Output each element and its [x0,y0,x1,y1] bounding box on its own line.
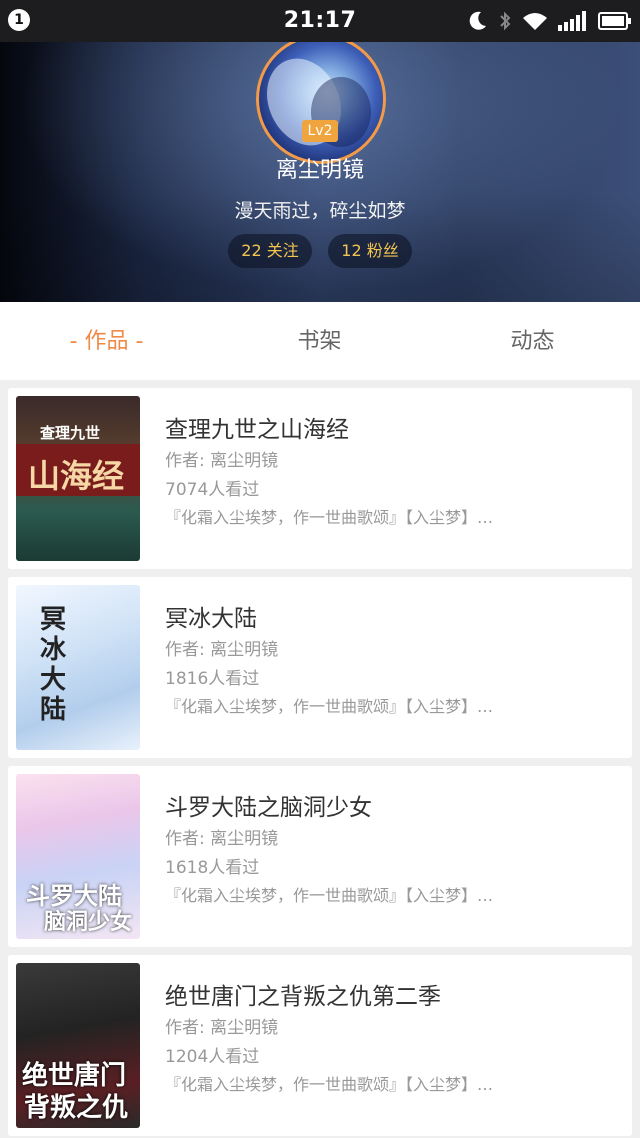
book-card[interactable]: 冥冰大陆 冥冰大陆 作者: 离尘明镜 1816人看过 『化霜入尘埃梦，作一世曲歌… [8,577,632,758]
moon-icon [468,10,488,32]
username: 离尘明镜 [275,158,364,183]
book-author: 作者: 离尘明镜 [165,640,279,660]
following-button[interactable]: 22 关注 [228,234,312,268]
signature: 漫天雨过，碎尘如梦 [234,200,406,222]
signal-icon [558,11,588,31]
book-title: 查理九世之山海经 [165,417,349,443]
wifi-icon [522,11,548,31]
book-author: 作者: 离尘明镜 [165,1018,279,1038]
status-icons [468,8,632,34]
tab-activity[interactable]: 动态 [426,302,639,380]
book-views: 1618人看过 [165,858,260,878]
book-author: 作者: 离尘明镜 [165,829,279,849]
book-cover: 绝世唐门 背叛之仇 [16,963,140,1128]
tab-bar: - 作品 - 书架 动态 [0,302,640,380]
book-description: 『化霜入尘埃梦，作一世曲歌颂』【入尘梦】… [165,697,494,716]
battery-icon [598,11,632,31]
book-card[interactable]: 查理九世 山海经 查理九世之山海经 作者: 离尘明镜 7074人看过 『化霜入尘… [8,388,632,569]
book-views: 1204人看过 [165,1047,260,1067]
tab-bookshelf[interactable]: 书架 [213,302,426,380]
book-description: 『化霜入尘埃梦，作一世曲歌颂』【入尘梦】… [165,508,494,527]
followers-button[interactable]: 12 粉丝 [328,234,412,268]
book-views: 7074人看过 [165,480,260,500]
book-title: 冥冰大陆 [165,606,257,632]
book-card[interactable]: 斗罗大陆 脑洞少女 斗罗大陆之脑洞少女 作者: 离尘明镜 1618人看过 『化霜… [8,766,632,947]
book-cover: 冥冰大陆 [16,585,140,750]
status-bar: 1 21:17 [0,0,640,42]
book-title: 斗罗大陆之脑洞少女 [165,795,372,821]
book-description: 『化霜入尘埃梦，作一世曲歌颂』【入尘梦】… [165,1075,494,1094]
book-cover: 斗罗大陆 脑洞少女 [16,774,140,939]
book-description: 『化霜入尘埃梦，作一世曲歌颂』【入尘梦】… [165,886,494,905]
avatar[interactable] [256,42,386,164]
book-cover: 查理九世 山海经 [16,396,140,561]
book-author: 作者: 离尘明镜 [165,451,279,471]
level-badge: Lv2 [302,120,338,142]
bluetooth-icon [498,10,512,32]
book-title: 绝世唐门之背叛之仇第二季 [165,984,441,1010]
tab-works[interactable]: - 作品 - [0,302,213,380]
profile-header: Lv2 离尘明镜 漫天雨过，碎尘如梦 22 关注 12 粉丝 [0,42,640,302]
book-card[interactable]: 绝世唐门 背叛之仇 绝世唐门之背叛之仇第二季 作者: 离尘明镜 1204人看过 … [8,955,632,1136]
book-views: 1816人看过 [165,669,260,689]
